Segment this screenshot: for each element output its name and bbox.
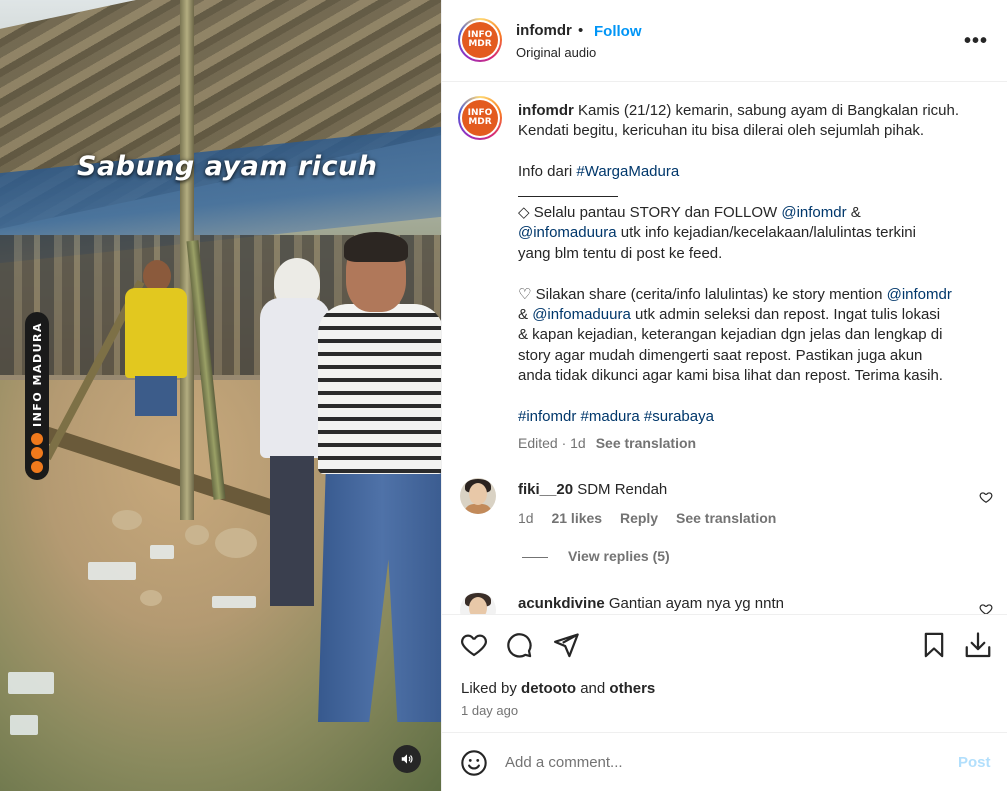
add-comment-bar: Post xyxy=(442,732,1007,791)
mention-link[interactable]: @infomaduura xyxy=(532,306,631,323)
separator-dot: • xyxy=(578,22,584,39)
comment-meta: 1d 21 likes Reply See translation xyxy=(518,510,790,526)
liked-by-others-link[interactable]: others xyxy=(609,680,655,697)
author-logo: INFO MDR xyxy=(462,100,498,136)
caption-text: utk admin seleksi dan repost. Ingat tuli… xyxy=(630,306,941,324)
commenter-username[interactable]: fiki__20 xyxy=(518,481,573,498)
post-actions: Liked by detooto and others 1 day ago xyxy=(442,614,1007,732)
mention-link[interactable]: @infomaduura xyxy=(518,224,617,241)
comment: fiki__20 SDM Rendah xyxy=(518,481,667,498)
caption-username[interactable]: infomdr xyxy=(518,102,574,119)
caption-text: & xyxy=(518,306,533,324)
litter xyxy=(8,672,54,694)
litter xyxy=(88,562,136,580)
rock xyxy=(112,510,142,530)
comment-age: 1d xyxy=(518,510,534,526)
post-details-panel: INFO MDR infomdr • Follow Original audio… xyxy=(441,0,1007,791)
hashtag-link[interactable]: #madura xyxy=(581,408,640,425)
post-caption: infomdr Kamis (21/12) kemarin, sabung ay… xyxy=(518,101,988,427)
post-comment-button[interactable]: Post xyxy=(958,754,991,771)
caption-text: ◇ Selalu pantau STORY dan FOLLOW xyxy=(518,204,782,222)
comment-icon[interactable] xyxy=(505,631,533,659)
video-overlay-caption: Sabung ayam ricuh xyxy=(77,151,378,182)
comment-like-heart-icon[interactable] xyxy=(979,602,993,614)
original-audio-link[interactable]: Original audio xyxy=(516,45,596,60)
post-header: INFO MDR infomdr • Follow Original audio… xyxy=(442,0,1007,82)
mention-link[interactable]: @infomdr xyxy=(887,286,952,303)
social-icon xyxy=(31,461,43,473)
caption-author-avatar[interactable]: INFO MDR xyxy=(458,96,502,140)
rock xyxy=(140,590,162,606)
social-icon xyxy=(31,433,43,445)
caption-text: utk info kejadian/kecelakaan/lalulintas … xyxy=(616,224,916,242)
social-icon xyxy=(31,447,43,459)
post-video[interactable]: Sabung ayam ricuh INFO MADURA xyxy=(0,0,441,791)
liked-by-mid: and xyxy=(576,680,610,697)
comment-input[interactable] xyxy=(505,749,945,775)
audio-toggle-button[interactable] xyxy=(393,745,421,773)
hashtag-link[interactable]: #WargaMadura xyxy=(576,163,679,180)
caption-text: Kendati begitu, kericuhan itu bisa diler… xyxy=(518,122,925,140)
commenter-avatar[interactable] xyxy=(460,592,496,614)
replies-divider xyxy=(522,556,548,558)
download-icon[interactable] xyxy=(963,631,993,661)
divider-line xyxy=(518,186,618,197)
liked-by-summary: Liked by detooto and others xyxy=(461,680,655,697)
caption-meta: Edited · 1d See translation xyxy=(518,435,696,451)
comment-text: Gantian ayam nya yg nntn xyxy=(608,595,784,612)
see-translation-link[interactable]: See translation xyxy=(596,435,696,451)
comments-scroll-area[interactable]: INFO MDR infomdr Kamis (21/12) kemarin, … xyxy=(442,82,1007,614)
reply-button[interactable]: Reply xyxy=(620,510,658,526)
save-bookmark-icon[interactable] xyxy=(920,631,948,659)
see-translation-link[interactable]: See translation xyxy=(676,510,776,526)
info-madura-watermark: INFO MADURA xyxy=(25,312,49,480)
caption-text: anda tidak dikunci agar kami bisa lihat … xyxy=(518,367,943,385)
comment: acunkdivine Gantian ayam nya yg nntn xyxy=(518,595,784,612)
caption-text: Info dari xyxy=(518,163,577,181)
edited-label: Edited · 1d xyxy=(518,435,586,451)
commenter-avatar[interactable] xyxy=(460,478,496,514)
more-options-icon[interactable]: ••• xyxy=(964,30,988,53)
comment-like-heart-icon[interactable] xyxy=(979,490,993,504)
author-logo: INFO MDR xyxy=(462,22,498,58)
hashtag-link[interactable]: #surabaya xyxy=(644,408,714,425)
share-icon[interactable] xyxy=(552,631,580,659)
hashtag-link[interactable]: #infomdr xyxy=(518,408,576,425)
mention-link[interactable]: @infomdr xyxy=(781,204,846,221)
view-replies-label: View replies (5) xyxy=(568,548,670,564)
view-replies-button[interactable]: View replies (5) xyxy=(522,548,670,564)
watermark-text: INFO MADURA xyxy=(30,322,44,427)
follow-button[interactable]: Follow xyxy=(594,23,642,40)
caption-text: & kapan kejadian, keterangan kejadian dg… xyxy=(518,326,943,344)
author-avatar[interactable]: INFO MDR xyxy=(458,18,502,62)
comment-text: SDM Rendah xyxy=(577,481,668,498)
litter xyxy=(150,545,174,559)
post-timestamp[interactable]: 1 day ago xyxy=(461,703,518,718)
rock xyxy=(185,525,209,545)
comment-likes[interactable]: 21 likes xyxy=(551,510,602,526)
commenter-username[interactable]: acunkdivine xyxy=(518,595,605,612)
like-heart-icon[interactable] xyxy=(460,631,488,659)
rock xyxy=(215,528,257,558)
speaker-icon xyxy=(401,754,413,764)
instagram-post: Sabung ayam ricuh INFO MADURA INFO MDR i… xyxy=(0,0,1007,791)
litter xyxy=(10,715,38,735)
caption-text: & xyxy=(846,204,861,222)
litter xyxy=(212,596,256,608)
caption-text: Kamis (21/12) kemarin, sabung ayam di Ba… xyxy=(578,102,960,119)
author-username[interactable]: infomdr xyxy=(516,22,572,39)
liked-by-prefix: Liked by xyxy=(461,680,522,697)
emoji-icon[interactable] xyxy=(460,749,488,777)
caption-text: yang blm tentu di post ke feed. xyxy=(518,244,723,262)
caption-text: ♡ Silakan share (cerita/info lalulintas)… xyxy=(518,285,887,303)
caption-text: story agar mudah dimengerti saat repost.… xyxy=(518,346,923,364)
liked-by-user-link[interactable]: detooto xyxy=(521,680,576,697)
social-icons xyxy=(31,433,43,473)
